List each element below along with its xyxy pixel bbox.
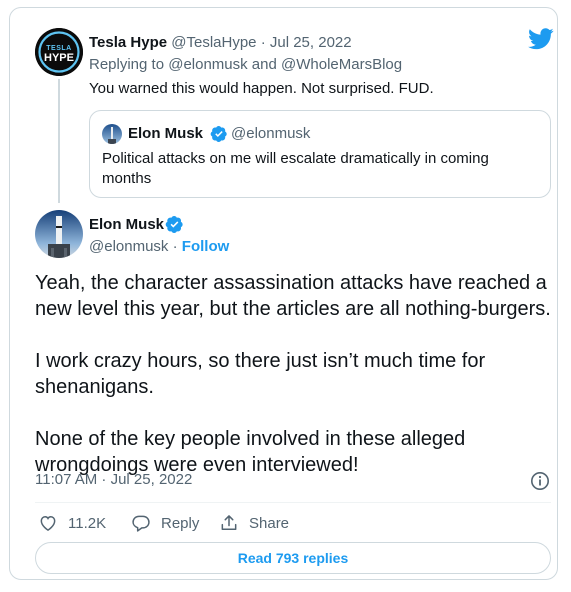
- tweet-paragraph: Yeah, the character assassination attack…: [35, 272, 551, 320]
- embedded-tweet-card: TESLA HYPE Tesla Hype @TeslaHype · Jul 2…: [9, 7, 558, 580]
- reply-header: Tesla Hype @TeslaHype · Jul 25, 2022: [89, 34, 352, 51]
- logo-text-top: TESLA: [46, 45, 71, 52]
- like-button[interactable]: 11.2K: [38, 513, 106, 533]
- info-icon[interactable]: [530, 471, 550, 491]
- rocket-photo-icon: [35, 210, 83, 258]
- reply-text: You warned this would happen. Not surpri…: [89, 80, 434, 97]
- reply-bubble-icon: [132, 515, 150, 532]
- twitter-bird-icon[interactable]: [528, 28, 554, 50]
- tweet-author-name[interactable]: Elon Musk: [89, 216, 164, 233]
- rocket-photo-icon: [102, 124, 122, 144]
- follow-button[interactable]: Follow: [182, 238, 230, 255]
- quoted-tweet[interactable]: Elon Musk @elonmusk Political attacks on…: [89, 110, 551, 198]
- tweet-author-meta: @elonmusk · Follow: [89, 238, 229, 255]
- reply-date[interactable]: Jul 25, 2022: [270, 34, 352, 51]
- like-count: 11.2K: [68, 514, 107, 532]
- verified-badge-icon: [210, 125, 227, 143]
- share-icon: [221, 515, 237, 530]
- reply-label: Reply: [161, 514, 200, 532]
- share-button[interactable]: Share: [219, 513, 289, 533]
- verified-badge-icon: [165, 216, 183, 233]
- tweet-author-handle[interactable]: @elonmusk: [89, 238, 168, 255]
- avatar[interactable]: [35, 210, 83, 258]
- avatar[interactable]: TESLA HYPE: [35, 28, 83, 76]
- quote-text: Political attacks on me will escalate dr…: [102, 150, 489, 187]
- tweet-paragraph: I work crazy hours, so there just isn’t …: [35, 350, 486, 398]
- reply-button[interactable]: Reply: [131, 513, 199, 533]
- tweet-text: Yeah, the character assassination attack…: [35, 270, 560, 504]
- share-label: Share: [249, 514, 290, 532]
- reply-separator: ·: [256, 34, 270, 51]
- quote-author-handle: @elonmusk: [231, 125, 311, 142]
- meta-separator: ·: [172, 238, 178, 255]
- quote-author-name: Elon Musk: [128, 125, 204, 142]
- logo-text-bottom: HYPE: [44, 52, 74, 64]
- replying-to[interactable]: Replying to @elonmusk and @WholeMarsBlog: [89, 56, 402, 73]
- thread-connector-line: [58, 79, 60, 203]
- reply-author-handle[interactable]: @TeslaHype: [171, 34, 256, 51]
- tesla-hype-logo-icon: TESLA HYPE: [35, 28, 83, 76]
- quote-avatar: [102, 124, 122, 144]
- tweet-timestamp[interactable]: 11:07 AM · Jul 25, 2022: [35, 471, 192, 488]
- heart-icon: [40, 515, 56, 531]
- read-replies-button[interactable]: Read 793 replies: [35, 542, 551, 574]
- divider: [35, 502, 551, 503]
- reply-author-name[interactable]: Tesla Hype: [89, 34, 167, 51]
